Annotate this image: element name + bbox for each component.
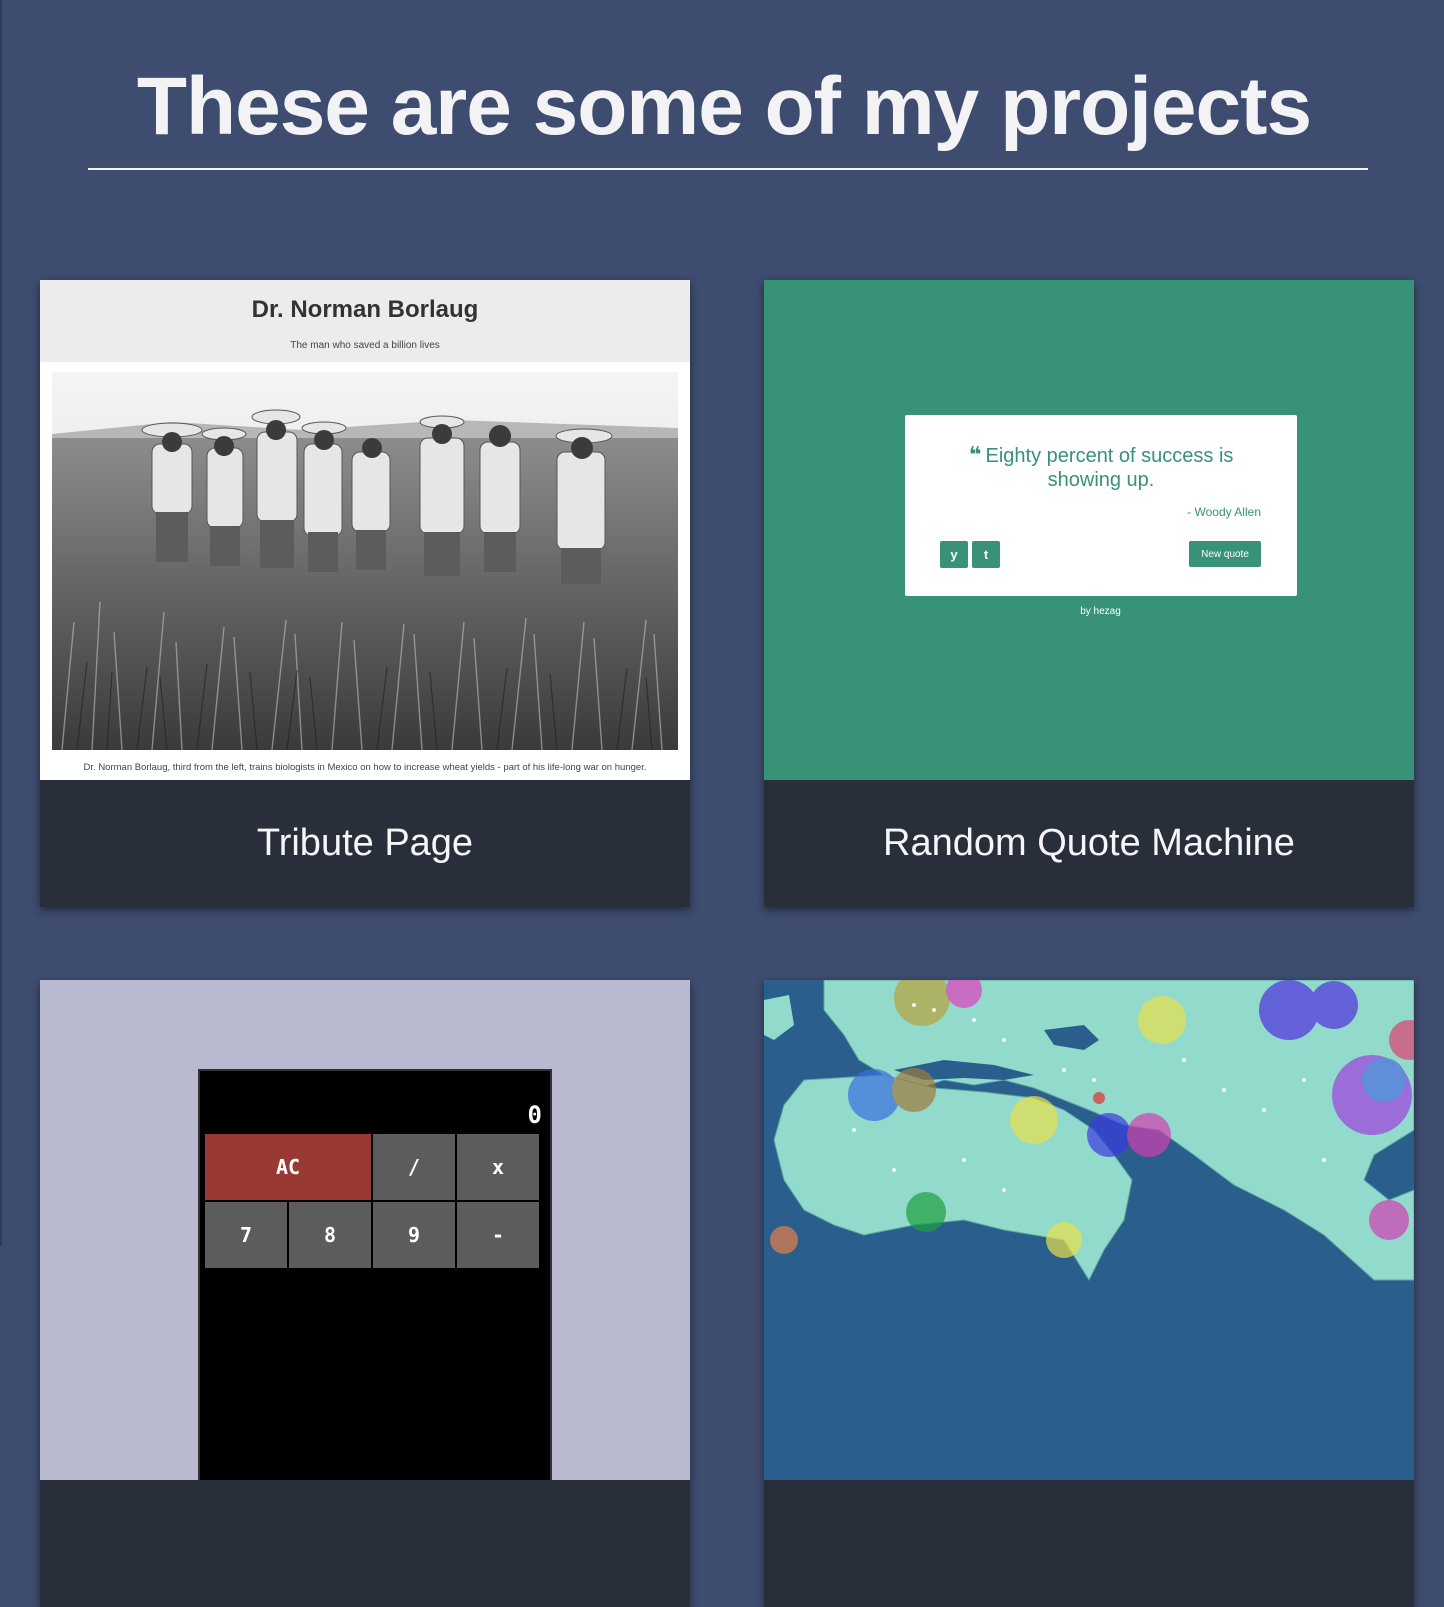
tribute-header: Dr. Norman Borlaug The man who saved a b… [40, 280, 690, 362]
page-title: These are some of my projects [136, 61, 1312, 152]
tribute-photo-caption: Dr. Norman Borlaug, third from the left,… [83, 762, 647, 773]
calculator-key-multiply: x [457, 1134, 539, 1200]
calculator-key-divide: / [373, 1134, 455, 1200]
calculator-device: 0 AC / x 7 8 9 - [198, 1069, 552, 1480]
project-thumbnail-calculator[interactable]: 0 AC / x 7 8 9 - [40, 980, 690, 1480]
project-caption-tribute[interactable]: Tribute Page [40, 780, 690, 907]
calculator-key-8: 8 [289, 1202, 371, 1268]
project-card-quote-machine[interactable]: ❝ Eighty percent of success is showing up… [764, 280, 1414, 907]
tribute-subheading: The man who saved a billion lives [290, 340, 440, 351]
project-thumbnail-tribute[interactable]: Dr. Norman Borlaug The man who saved a b… [40, 280, 690, 780]
calculator-key-subtract: - [457, 1202, 539, 1268]
tribute-photo [52, 372, 678, 750]
project-caption-quote-machine[interactable]: Random Quote Machine [764, 780, 1414, 907]
project-thumbnail-quote-machine[interactable]: ❝ Eighty percent of success is showing up… [764, 280, 1414, 780]
project-card-map[interactable] [764, 980, 1414, 1607]
calculator-key-ac: AC [205, 1134, 371, 1200]
project-thumbnail-map[interactable] [764, 980, 1414, 1480]
project-caption-calculator[interactable] [40, 1480, 690, 1607]
calculator-key-7: 7 [205, 1202, 287, 1268]
quote-body: Eighty percent of success is showing up. [985, 445, 1234, 491]
new-quote-button: New quote [1189, 541, 1261, 567]
project-card-tribute[interactable]: Dr. Norman Borlaug The man who saved a b… [40, 280, 690, 907]
quote-byline: by hezag [1080, 606, 1121, 617]
twitter-icon: y [940, 541, 968, 568]
calculator-key-9: 9 [373, 1202, 455, 1268]
project-card-calculator[interactable]: 0 AC / x 7 8 9 - [40, 980, 690, 1607]
world-map-preview [764, 980, 1414, 1480]
quote-box: ❝ Eighty percent of success is showing up… [905, 415, 1297, 596]
quote-mark-icon: ❝ [968, 442, 982, 467]
calculator-display: 0 [527, 1101, 542, 1129]
title-underline [88, 168, 1368, 170]
quote-text: ❝ Eighty percent of success is showing up… [935, 443, 1267, 492]
tumblr-icon: t [972, 541, 1000, 568]
quote-author: - Woody Allen [1187, 505, 1261, 519]
project-caption-map[interactable] [764, 1480, 1414, 1607]
tribute-heading: Dr. Norman Borlaug [251, 296, 479, 323]
